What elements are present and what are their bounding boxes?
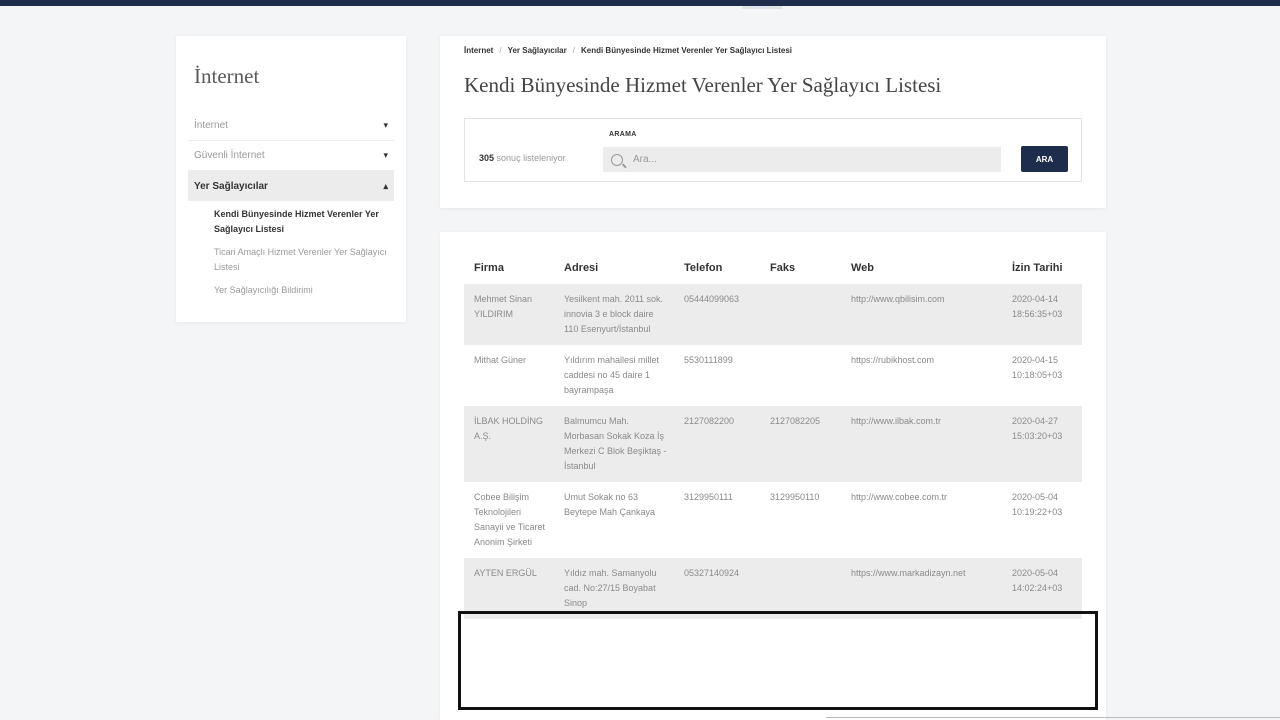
cell-firma: İLBAK HOLDİNG A.Ş. [464,406,554,482]
column-header-telefon: Telefon [684,262,723,274]
top-bar [0,0,1280,6]
breadcrumb-separator: / [499,46,502,55]
cell-telefon: 2127082200 [674,406,760,482]
cell-tarih: 2020-05-04 10:19:22+03 [1002,482,1082,558]
cell-firma: Mehmet Sinan YILDIRIM [464,284,554,345]
cell-web[interactable]: http://www.qbilisim.com [841,284,1002,345]
cell-tarih: 2020-04-15 10:18:05+03 [1002,345,1082,406]
breadcrumb: İnternet / Yer Sağlayıcılar / Kendi Büny… [464,46,1082,55]
cell-firma: Mithat Güner [464,345,554,406]
chevron-up-icon: ▴ [383,180,388,191]
chevron-down-icon: ▾ [383,120,388,130]
table-row: Mithat Güner Yıldırım mahallesi millet c… [464,345,1082,406]
cell-adres: Yıldız mah. Samanyolu cad. No:27/15 Boya… [554,558,674,619]
table-row: Mehmet Sinan YILDIRIM Yesilkent mah. 201… [464,284,1082,345]
chevron-down-icon: ▾ [383,150,388,160]
search-icon [611,153,623,166]
sidebar-item-guvenli-internet[interactable]: Güvenli İnternet ▾ [188,141,394,171]
cell-adres: Yesilkent mah. 2011 sok. innovia 3 e blo… [554,284,674,345]
sidebar-title: İnternet [194,64,260,88]
cell-faks [760,345,841,406]
sidebar-item-yer-saglayicilar[interactable]: Yer Sağlayıcılar ▴ [188,171,394,201]
cell-web[interactable]: http://www.ilbak.com.tr [841,406,1002,482]
search-field[interactable] [603,147,1001,172]
header-card: İnternet / Yer Sağlayıcılar / Kendi Büny… [440,36,1106,208]
column-header-web: Web [851,262,875,274]
cell-adres: Yıldırım mahallesi millet caddesi no 45 … [554,345,674,406]
cell-web[interactable]: http://www.cobee.com.tr [841,482,1002,558]
sidebar-subitem-bildirim[interactable]: Yer Sağlayıcılığı Bildirimi [214,283,388,298]
cell-faks [760,284,841,345]
cell-firma: AYTEN ERGÜL [464,558,554,619]
divider [826,717,1280,718]
column-header-izin-tarihi: İzin Tarihi [1012,262,1063,274]
cell-faks: 2127082205 [760,406,841,482]
cell-firma: Cobee Bilişim Teknolojileri Sanayii ve T… [464,482,554,558]
sidebar-subitem-ticari-amacli[interactable]: Ticari Amaçlı Hizmet Verenler Yer Sağlay… [214,245,388,275]
cell-tarih: 2020-04-14 18:56:35+03 [1002,284,1082,345]
sidebar-item-label: Güvenli İnternet [194,150,265,161]
page-title: Kendi Bünyesinde Hizmet Verenler Yer Sağ… [464,73,942,97]
breadcrumb-link-yer-saglayicilar[interactable]: Yer Sağlayıcılar [508,46,567,55]
cell-telefon: 5530111899 [674,345,760,406]
column-header-faks: Faks [770,262,796,274]
cell-adres: Balmumcu Mah. Morbasan Sokak Koza İş Mer… [554,406,674,482]
search-panel: 305 sonuç listeleniyor ARAMA ARA [464,118,1082,182]
breadcrumb-current: Kendi Bünyesinde Hizmet Verenler Yer Sağ… [580,46,793,55]
breadcrumb-link-internet[interactable]: İnternet [464,46,493,55]
cell-web[interactable]: https://rubikhost.com [841,345,1002,406]
providers-table: Firma Adresi Telefon Faks Web İzin Tarih… [464,252,1082,619]
column-header-firma: Firma [474,262,504,274]
column-header-adresi: Adresi [564,262,599,274]
search-button[interactable]: ARA [1021,146,1068,172]
table-row: AYTEN ERGÜL Yıldız mah. Samanyolu cad. N… [464,558,1082,619]
cell-faks: 3129950110 [760,482,841,558]
cell-web[interactable]: https://www.markadizayn.net [841,558,1002,619]
table-row: Cobee Bilişim Teknolojileri Sanayii ve T… [464,482,1082,558]
result-count: 305 sonuç listeleniyor [479,153,566,163]
result-count-number: 305 [479,153,495,163]
table-row: İLBAK HOLDİNG A.Ş. Balmumcu Mah. Morbasa… [464,406,1082,482]
sidebar: İnternet İnternet ▾ Güvenli İnternet ▾ Y… [176,36,406,322]
cell-adres: Umut Sokak no 63 Beytepe Mah Çankaya [554,482,674,558]
sidebar-item-label: İnternet [194,120,228,131]
search-label: ARAMA [609,131,637,138]
cell-telefon: 3129950111 [674,482,760,558]
top-bar-indicator [742,6,782,9]
breadcrumb-separator: / [572,46,575,55]
results-card: Firma Adresi Telefon Faks Web İzin Tarih… [440,232,1106,720]
cell-faks [760,558,841,619]
result-count-suffix: sonuç listeleniyor [496,153,566,163]
sidebar-item-label: Yer Sağlayıcılar [194,180,268,192]
cell-tarih: 2020-04-27 15:03:20+03 [1002,406,1082,482]
sidebar-submenu: Kendi Bünyesinde Hizmet Verenler Yer Sağ… [188,201,394,298]
search-input[interactable] [633,154,973,165]
cell-telefon: 05444099063 [674,284,760,345]
table-header-row: Firma Adresi Telefon Faks Web İzin Tarih… [464,252,1082,284]
sidebar-item-internet[interactable]: İnternet ▾ [188,111,394,141]
cell-tarih: 2020-05-04 14:02:24+03 [1002,558,1082,619]
cell-telefon: 05327140924 [674,558,760,619]
sidebar-subitem-kendi-bunyesinde[interactable]: Kendi Bünyesinde Hizmet Verenler Yer Sağ… [214,207,388,237]
